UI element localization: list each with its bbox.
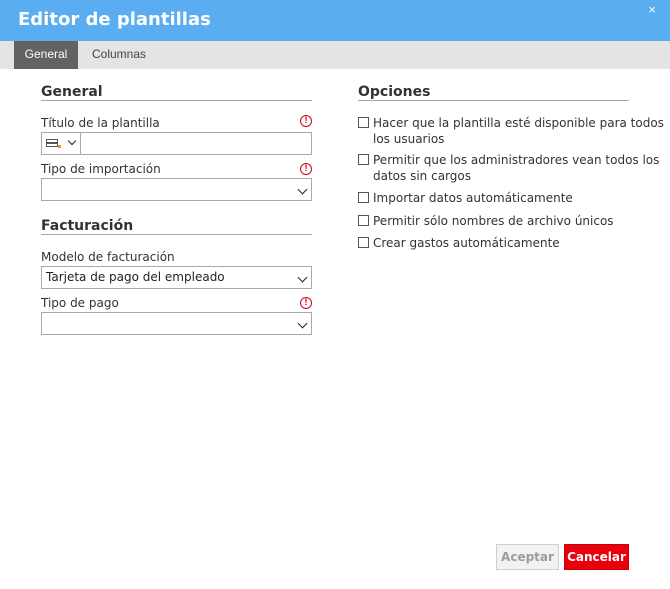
card-flag-icon (46, 139, 58, 147)
required-icon: ! (300, 297, 312, 309)
tab-columnas[interactable]: Columnas (80, 41, 158, 69)
import-type-label: Tipo de importación (41, 162, 161, 176)
option-label: Permitir sólo nombres de archivo únicos (373, 214, 614, 228)
chevron-down-icon (297, 272, 308, 283)
billing-model-value: Tarjeta de pago del empleado (46, 270, 225, 284)
option-label: Importar datos automáticamente (373, 191, 573, 205)
template-title-field (41, 132, 312, 155)
flag-dot-icon (58, 145, 61, 148)
close-icon[interactable]: × (648, 3, 656, 16)
option-checkbox[interactable] (358, 192, 369, 203)
language-selector[interactable] (42, 133, 81, 154)
tab-bar: General Columnas (0, 41, 670, 69)
template-title-input[interactable] (82, 133, 311, 154)
billing-divider (41, 234, 312, 235)
accept-button[interactable]: Aceptar (496, 544, 559, 570)
payment-type-label: Tipo de pago (41, 296, 119, 310)
required-icon: ! (300, 115, 312, 127)
dialog-title: Editor de plantillas (18, 9, 211, 30)
cancel-button[interactable]: Cancelar (564, 544, 629, 570)
billing-model-label: Modelo de facturación (41, 250, 175, 264)
required-icon: ! (300, 163, 312, 175)
options-divider (358, 100, 629, 101)
option-checkbox[interactable] (358, 237, 369, 248)
option-unique-filenames: Permitir sólo nombres de archivo únicos (358, 213, 670, 229)
chevron-down-icon (297, 184, 308, 195)
dialog-titlebar: Editor de plantillas × (0, 0, 670, 41)
chevron-down-icon (297, 318, 308, 329)
billing-model-select[interactable]: Tarjeta de pago del empleado (41, 266, 312, 289)
option-checkbox[interactable] (358, 117, 369, 128)
general-heading: General (41, 84, 103, 100)
chevron-down-icon (67, 136, 77, 146)
option-label: Permitir que los administradores vean to… (373, 153, 660, 183)
option-checkbox[interactable] (358, 154, 369, 165)
import-type-select[interactable] (41, 178, 312, 201)
options-heading: Opciones (358, 84, 431, 100)
billing-heading: Facturación (41, 218, 134, 234)
option-admins-see-all: Permitir que los administradores vean to… (358, 152, 670, 184)
option-label: Hacer que la plantilla esté disponible p… (373, 116, 664, 146)
tab-general[interactable]: General (14, 41, 78, 69)
option-label: Crear gastos automáticamente (373, 236, 560, 250)
option-available-all-users: Hacer que la plantilla esté disponible p… (358, 115, 670, 147)
option-auto-import: Importar datos automáticamente (358, 190, 670, 206)
title-label: Título de la plantilla (41, 116, 160, 130)
general-divider (41, 100, 312, 101)
payment-type-select[interactable] (41, 312, 312, 335)
option-auto-expenses: Crear gastos automáticamente (358, 235, 670, 251)
option-checkbox[interactable] (358, 215, 369, 226)
